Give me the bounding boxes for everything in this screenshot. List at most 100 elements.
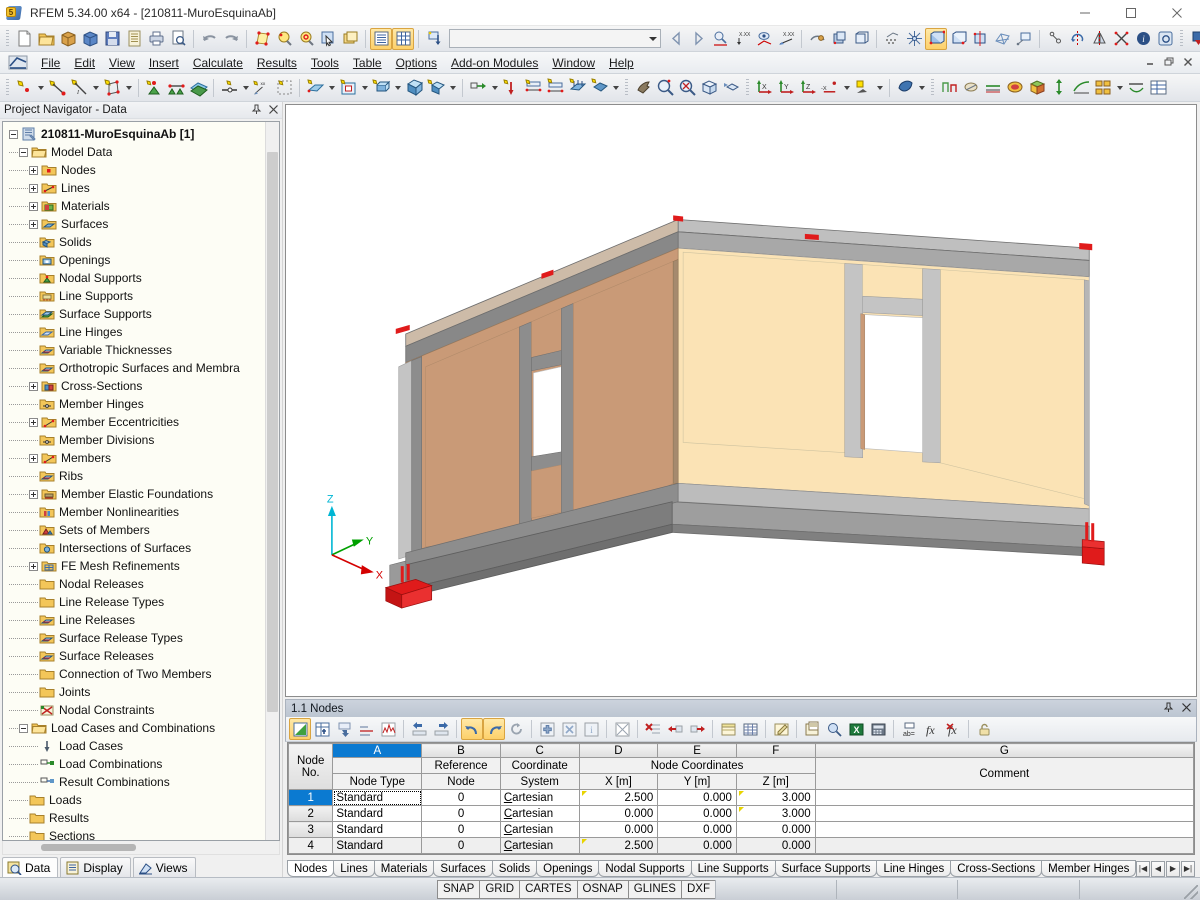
tree-item-line-hinges[interactable]: Line Hinges bbox=[3, 323, 279, 341]
menu-item-insert[interactable]: Insert bbox=[142, 54, 186, 72]
cell-z[interactable]: 0.000 bbox=[735, 821, 816, 838]
tree-expander[interactable] bbox=[29, 165, 38, 175]
result-diagram-icon[interactable] bbox=[1070, 77, 1092, 99]
nodes-table-container[interactable]: Node No. A B C D E F G Reference Coordin… bbox=[287, 742, 1195, 855]
cell-reference-node[interactable]: 0 bbox=[421, 789, 501, 806]
cell-node-type[interactable]: Standard bbox=[332, 805, 423, 822]
new-line-dropdown[interactable] bbox=[90, 77, 101, 99]
display-result-icon[interactable] bbox=[753, 28, 775, 50]
zoom-box-icon[interactable] bbox=[698, 77, 720, 99]
line-support-icon[interactable] bbox=[165, 77, 187, 99]
new-polyline-icon[interactable] bbox=[101, 77, 123, 99]
tree-item-joints[interactable]: Joints bbox=[3, 683, 279, 701]
result-panels-dropdown[interactable] bbox=[1114, 77, 1125, 99]
sheet-tab-solids[interactable]: Solids bbox=[491, 860, 538, 877]
support-reaction-icon[interactable] bbox=[960, 77, 982, 99]
render-wire-icon[interactable] bbox=[850, 28, 872, 50]
tree-expander[interactable] bbox=[29, 201, 38, 211]
view-axis-dropdown[interactable] bbox=[841, 77, 852, 99]
status-toggle-glines[interactable]: GLINES bbox=[627, 879, 682, 899]
open-folder-icon[interactable] bbox=[35, 28, 57, 50]
sheet-tab-line-hinges[interactable]: Line Hinges bbox=[876, 860, 952, 877]
cell-x[interactable]: 2.500 bbox=[578, 789, 659, 806]
new-opening-dropdown[interactable] bbox=[359, 77, 370, 99]
cell-x[interactable]: 0.000 bbox=[578, 805, 659, 822]
find-icon[interactable] bbox=[273, 28, 295, 50]
tree-item-line-release-types[interactable]: Line Release Types bbox=[3, 593, 279, 611]
edit-table-icon[interactable] bbox=[289, 718, 311, 740]
navigator-tab-views[interactable]: Views bbox=[132, 857, 196, 877]
tree-item-member-divisions[interactable]: Member Divisions bbox=[3, 431, 279, 449]
chevron-down-icon[interactable] bbox=[645, 30, 660, 47]
tree-item-load-combinations[interactable]: Load Combinations bbox=[3, 755, 279, 773]
member-hinge-icon[interactable] bbox=[218, 77, 240, 99]
tree-item-surface-releases[interactable]: Surface Releases bbox=[3, 647, 279, 665]
mirror-icon[interactable] bbox=[1088, 28, 1110, 50]
model-viewport-3d[interactable]: Z Y X bbox=[285, 104, 1197, 697]
perspective-icon[interactable] bbox=[852, 77, 874, 99]
menu-item-tools[interactable]: Tools bbox=[304, 54, 346, 72]
internal-force-icon[interactable] bbox=[982, 77, 1004, 99]
edit-cell-icon[interactable] bbox=[770, 718, 792, 740]
nodal-load-icon[interactable] bbox=[500, 77, 522, 99]
tree-collapser[interactable] bbox=[19, 723, 28, 733]
shading-dropdown[interactable] bbox=[916, 77, 927, 99]
table-row[interactable]: 3 Standard 0 Cartesian 0.000 0.000 0.000 bbox=[288, 821, 1194, 838]
tree-item-nodal-supports[interactable]: Nodal Supports bbox=[3, 269, 279, 287]
render-icon[interactable] bbox=[806, 28, 828, 50]
tree-expander[interactable] bbox=[29, 183, 38, 193]
tree-item-result-combinations[interactable]: Result Combinations bbox=[3, 773, 279, 791]
menu-item-options[interactable]: Options bbox=[389, 54, 444, 72]
tree-item-members[interactable]: Members bbox=[3, 449, 279, 467]
chart-icon[interactable] bbox=[377, 718, 399, 740]
cell-coordinate-system[interactable]: Cartesian bbox=[499, 789, 580, 806]
table-view-icon[interactable] bbox=[717, 718, 739, 740]
column-header-c[interactable]: C bbox=[499, 743, 580, 758]
model-iso-icon[interactable] bbox=[969, 28, 991, 50]
menu-item-view[interactable]: View bbox=[102, 54, 142, 72]
new-node-icon[interactable] bbox=[13, 77, 35, 99]
tree-item-nodal-releases[interactable]: Nodal Releases bbox=[3, 575, 279, 593]
result-values-icon[interactable] bbox=[1125, 77, 1147, 99]
table-row[interactable]: 1 Standard 0 Cartesian 2.500 0.000 3.000 bbox=[288, 789, 1194, 806]
tree-item-cross-sections[interactable]: Cross-Sections bbox=[3, 377, 279, 395]
tree-item-openings[interactable]: Openings bbox=[3, 251, 279, 269]
mdi-close-button[interactable] bbox=[1179, 54, 1196, 70]
cell-y[interactable]: 0.000 bbox=[657, 837, 737, 854]
table-row[interactable]: 2 Standard 0 Cartesian 0.000 0.000 3.000 bbox=[288, 805, 1194, 822]
cell-y[interactable]: 0.000 bbox=[657, 789, 737, 806]
open-project-icon[interactable] bbox=[79, 28, 101, 50]
table-row[interactable]: 4 Standard 0 Cartesian 2.500 0.000 0.000 bbox=[288, 837, 1194, 854]
results-toolbar-grip[interactable] bbox=[929, 78, 936, 97]
menu-item-addon-modules[interactable]: Add-on Modules bbox=[444, 54, 545, 72]
cell-y[interactable]: 0.000 bbox=[657, 821, 737, 838]
menu-item-calculate[interactable]: Calculate bbox=[186, 54, 250, 72]
status-toggle-osnap[interactable]: OSNAP bbox=[576, 879, 629, 899]
rotate-icon[interactable] bbox=[1066, 28, 1088, 50]
table-grid-icon[interactable] bbox=[739, 718, 761, 740]
new-node-dropdown[interactable] bbox=[35, 77, 46, 99]
status-toggle-cartes[interactable]: CARTES bbox=[519, 879, 578, 899]
tree-item-fe-mesh-refinements[interactable]: FE Mesh Refinements bbox=[3, 557, 279, 575]
redo-table-icon[interactable] bbox=[483, 718, 505, 740]
model-toolbar-grip[interactable] bbox=[4, 78, 11, 97]
mdi-minimize-button[interactable] bbox=[1141, 54, 1158, 70]
sheet-first-button[interactable]: |◀ bbox=[1136, 860, 1150, 877]
wire-model-icon[interactable] bbox=[925, 27, 947, 50]
tree-item-member-elastic-foundations[interactable]: Member Elastic Foundations bbox=[3, 485, 279, 503]
snap-icon[interactable] bbox=[903, 28, 925, 50]
tree-item-member-nonlinearities[interactable]: Member Nonlinearities bbox=[3, 503, 279, 521]
column-header-d[interactable]: D bbox=[578, 743, 659, 758]
export-icon[interactable] bbox=[1187, 28, 1200, 50]
cell-reference-node[interactable]: 0 bbox=[421, 805, 501, 822]
tree-item-model-data[interactable]: Model Data bbox=[3, 143, 279, 161]
model-front-icon[interactable] bbox=[947, 28, 969, 50]
new-window-icon[interactable] bbox=[339, 28, 361, 50]
clear-function-icon[interactable]: fx bbox=[942, 718, 964, 740]
column-header-b[interactable]: B bbox=[421, 743, 501, 758]
cell-reference-node[interactable]: 0 bbox=[421, 821, 501, 838]
tree-item-surfaces[interactable]: Surfaces bbox=[3, 215, 279, 233]
measure-icon[interactable] bbox=[1044, 28, 1066, 50]
cell-z[interactable]: 3.000 bbox=[735, 789, 816, 806]
function-icon[interactable]: fx bbox=[920, 718, 942, 740]
